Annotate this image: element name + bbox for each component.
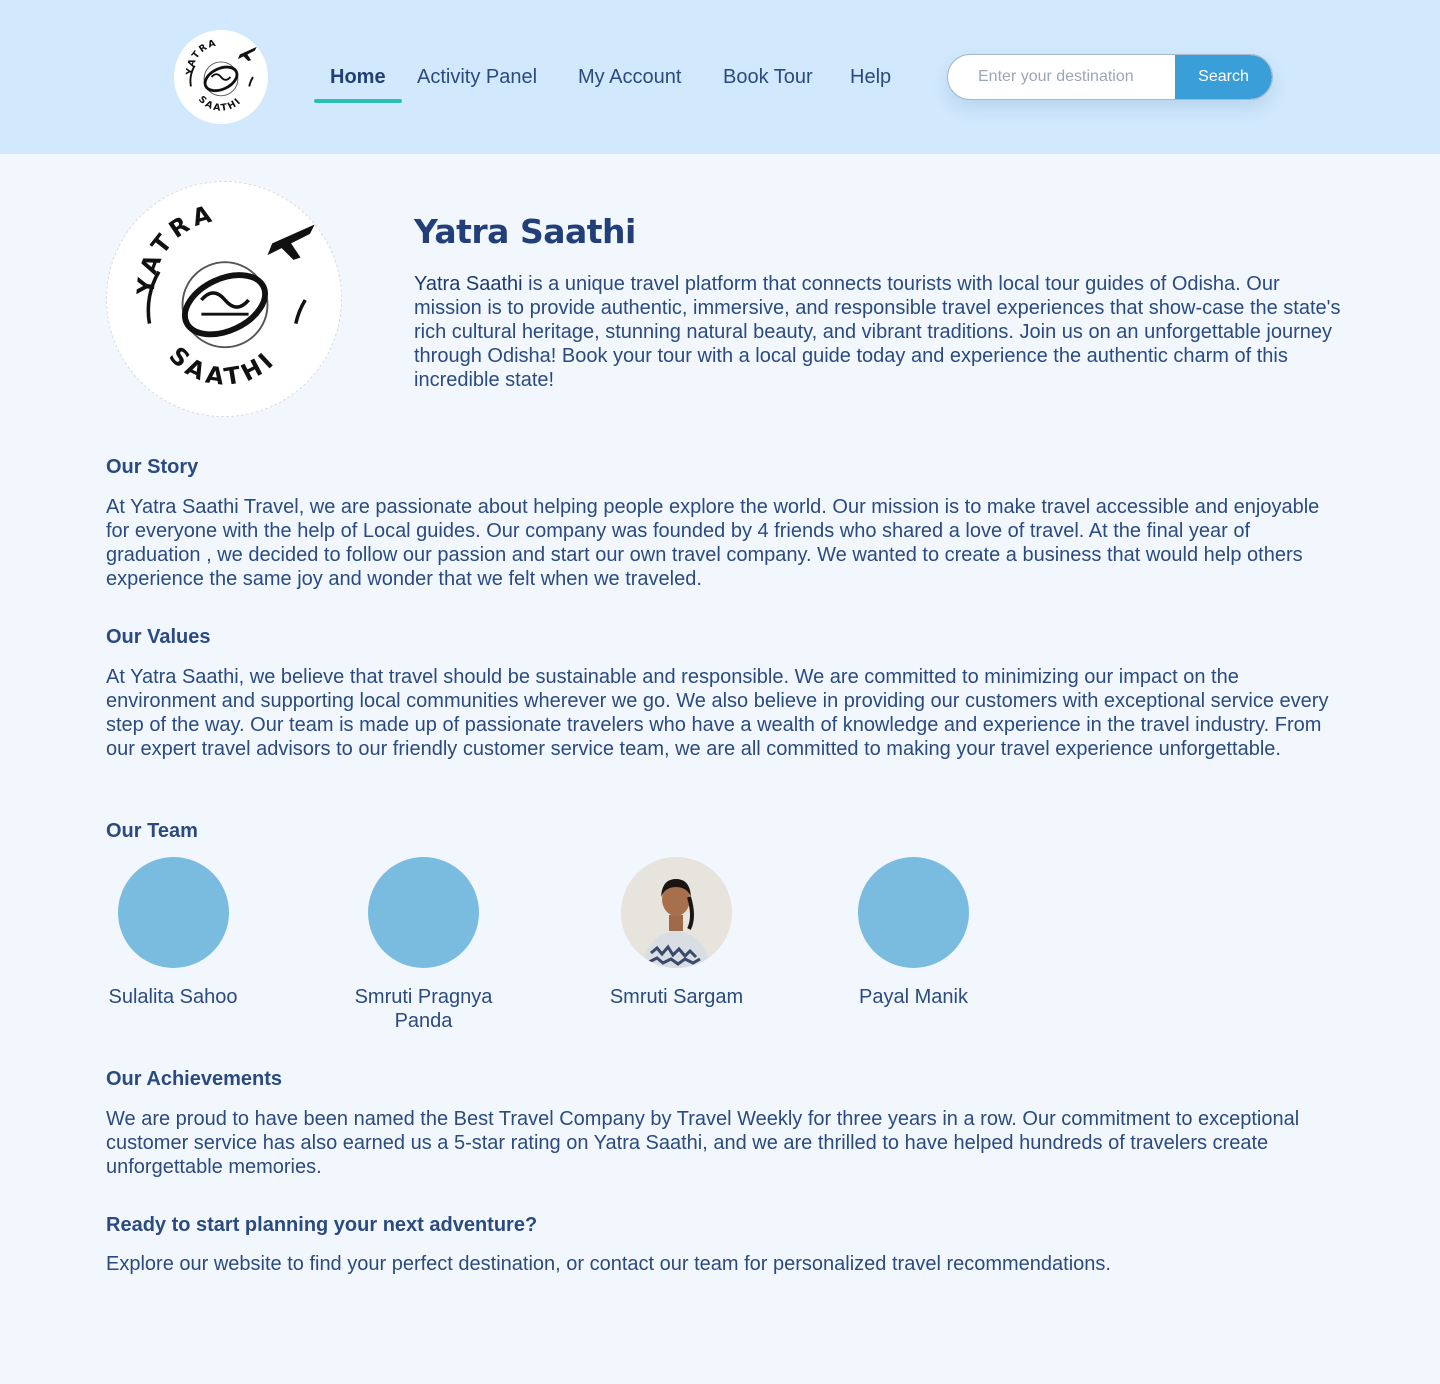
achievements-title: Our Achievements (106, 1068, 282, 1090)
story-text: At Yatra Saathi Travel, we are passionat… (106, 496, 1320, 590)
hero-logo-top-text: YATRA (132, 199, 214, 297)
logo-emblem-icon: YATRA SAATHI (132, 199, 315, 391)
team-member-name: Smruti Sargam (609, 986, 744, 1008)
nav-my-account[interactable]: My Account (562, 54, 697, 102)
team-member: Sulalita Sahoo (106, 857, 240, 1009)
search-input[interactable] (948, 55, 1176, 99)
avatar (621, 857, 732, 968)
story-title: Our Story (106, 456, 199, 478)
search-button[interactable]: Search (1175, 55, 1272, 99)
avatar (117, 857, 229, 968)
logo-bottom-text: SAATHI (196, 94, 242, 114)
avatar (858, 857, 969, 968)
nav-book-tour[interactable]: Book Tour (707, 54, 829, 102)
team-member-name: Sulalita Sahoo (108, 986, 238, 1008)
header-logo[interactable]: YATRA SAATHI (174, 30, 268, 124)
nav-active-indicator (314, 99, 402, 103)
team-member: Smruti Sargam (604, 857, 749, 1009)
team-member-name: Payal Manik (859, 986, 968, 1008)
hero-description-text: is a unique travel platform that connect… (414, 273, 1341, 391)
team-member-name: Smruti Pragnya Panda (354, 986, 493, 1032)
values-title: Our Values (106, 626, 211, 648)
team-member: Smruti Pragnya Panda (346, 857, 501, 1033)
cta-text: Explore our website to find your perfect… (106, 1253, 1111, 1275)
hero-logo: YATRA SAATHI (106, 181, 342, 417)
search-bar: Search (947, 54, 1273, 100)
person-photo-icon (621, 857, 732, 968)
svg-text:SAATHI: SAATHI (196, 94, 244, 114)
avatar (368, 857, 479, 968)
svg-text:YATRA: YATRA (132, 199, 219, 297)
hero-brand-name: Yatra Saathi (414, 273, 523, 295)
hero-title: Yatra Saathi (414, 212, 636, 251)
svg-text:SAATHI: SAATHI (164, 341, 282, 391)
hero-logo-bottom-text: SAATHI (164, 341, 278, 391)
hero-description: Yatra Saathi is a unique travel platform… (414, 272, 1344, 392)
logo-emblem-icon: YATRA SAATHI (184, 37, 257, 114)
site-header: YATRA SAATHI Home Activity Panel My Acco… (0, 0, 1440, 154)
values-text: At Yatra Saathi, we believe that travel … (106, 666, 1329, 760)
team-member: Payal Manik (856, 857, 971, 1009)
nav-help[interactable]: Help (834, 54, 907, 102)
achievements-text: We are proud to have been named the Best… (106, 1108, 1300, 1178)
cta-title: Ready to start planning your next advent… (106, 1214, 538, 1236)
nav-home[interactable]: Home (314, 54, 402, 102)
nav-activity-panel[interactable]: Activity Panel (401, 54, 553, 102)
team-title: Our Team (106, 820, 198, 842)
